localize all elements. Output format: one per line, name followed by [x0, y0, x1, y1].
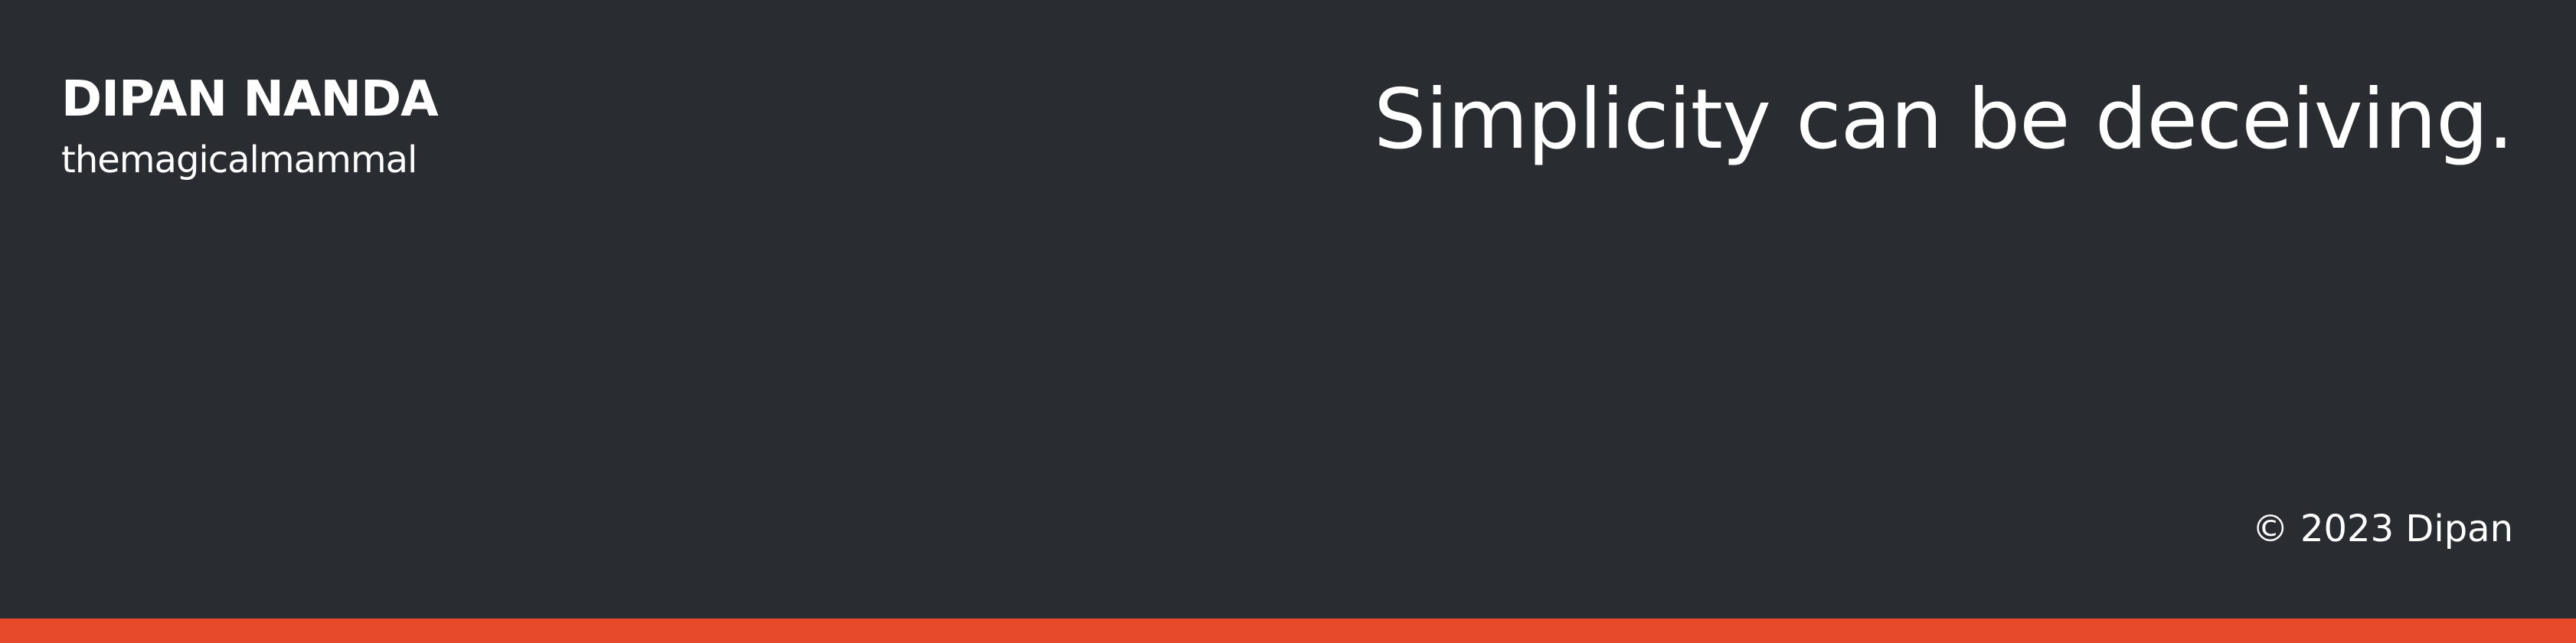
hero-tagline: Simplicity can be deceiving.: [1373, 72, 2514, 168]
author-handle: themagicalmammal: [61, 139, 417, 181]
accent-bar: [0, 619, 2576, 643]
copyright-text: © 2023 Dipan: [2251, 508, 2513, 550]
brand-block: DIPAN NANDA themagicalmammal: [61, 67, 439, 185]
author-name: DIPAN NANDA: [61, 71, 439, 128]
